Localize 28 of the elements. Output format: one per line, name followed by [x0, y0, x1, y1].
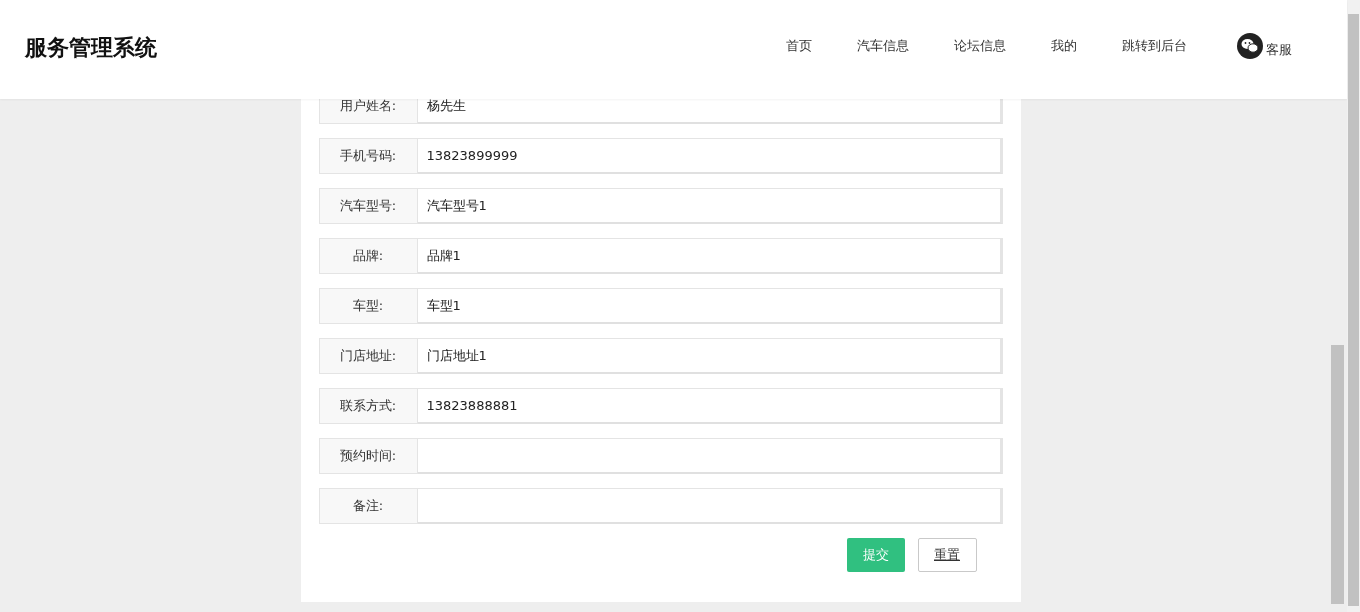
nav-link[interactable]: 论坛信息 — [954, 37, 1006, 55]
input-field[interactable]: 车型1 — [417, 288, 1003, 324]
customer-service-link[interactable]: 客服 — [1237, 33, 1292, 59]
input-field[interactable]: 13823888881 — [417, 388, 1003, 424]
chat-bubbles-icon — [1237, 33, 1263, 59]
nav-link[interactable]: 跳转到后台 — [1122, 37, 1187, 55]
input-field[interactable]: 13823899999 — [417, 138, 1003, 174]
field-label: 车型: — [318, 288, 418, 324]
field-label: 手机号码: — [318, 138, 418, 174]
field-label: 门店地址: — [318, 338, 418, 374]
field-label: 备注: — [318, 488, 418, 524]
input-field[interactable] — [417, 438, 1003, 474]
input-field[interactable]: 汽车型号1 — [417, 188, 1003, 224]
field-label: 品牌: — [318, 238, 418, 274]
nav-link[interactable]: 汽车信息 — [857, 37, 909, 55]
input-field[interactable]: 品牌1 — [417, 238, 1003, 274]
input-field[interactable] — [417, 488, 1003, 524]
input-field[interactable]: 杨先生 — [417, 99, 1003, 124]
field-label: 联系方式: — [318, 388, 418, 424]
site-title: 服务管理系统 — [25, 34, 157, 62]
nav-link[interactable]: 我的 — [1051, 37, 1077, 55]
nav-link[interactable]: 首页 — [786, 37, 812, 55]
input-field[interactable]: 门店地址1 — [417, 338, 1003, 374]
field-label: 预约时间: — [318, 438, 418, 474]
field-label: 用户姓名: — [318, 99, 418, 124]
reset-button[interactable]: 重置 — [917, 538, 977, 572]
field-label: 汽车型号: — [318, 188, 418, 224]
scrollbar[interactable] — [1347, 0, 1360, 612]
